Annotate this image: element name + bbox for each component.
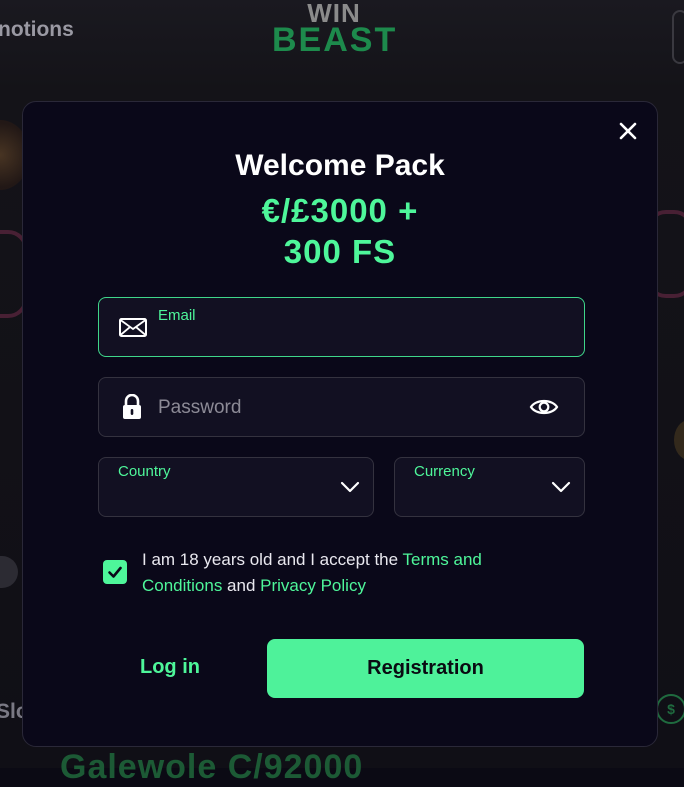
- background-art: [674, 420, 684, 460]
- consent-text-start: I am 18 years old and I accept the: [142, 550, 403, 569]
- lock-icon: [123, 394, 141, 419]
- modal-title: Welcome Pack: [235, 149, 445, 182]
- carousel-control[interactable]: [0, 556, 18, 588]
- bonus-amount: €/£3000 +: [261, 192, 419, 229]
- country-select[interactable]: Country: [98, 457, 374, 517]
- bonus-offer: €/£3000 + 300 FS: [23, 190, 657, 272]
- coin-icon: $: [656, 694, 684, 724]
- email-field[interactable]: Email: [98, 297, 585, 357]
- chevron-down-icon: [340, 481, 360, 493]
- password-field[interactable]: Password: [98, 377, 585, 437]
- privacy-link[interactable]: Privacy Policy: [260, 576, 366, 595]
- registration-button[interactable]: Registration: [267, 639, 584, 698]
- consent-text: I am 18 years old and I accept the Terms…: [142, 547, 522, 599]
- header-control[interactable]: [672, 10, 684, 64]
- chevron-down-icon: [551, 481, 571, 493]
- nav-promotions[interactable]: notions: [0, 18, 74, 42]
- site-logo[interactable]: WIN BEAST: [272, 0, 398, 60]
- country-label: Country: [118, 463, 171, 480]
- checkmark-icon: [108, 566, 122, 578]
- close-icon[interactable]: [617, 120, 639, 142]
- envelope-icon: [119, 318, 147, 337]
- bonus-free-spins: 300 FS: [283, 233, 397, 270]
- login-button[interactable]: Log in: [119, 656, 221, 679]
- registration-modal: Welcome Pack €/£3000 + 300 FS Email Pass…: [22, 101, 658, 747]
- consent-text-and: and: [222, 576, 261, 595]
- eye-icon[interactable]: [529, 396, 559, 418]
- currency-select[interactable]: Currency: [394, 457, 585, 517]
- logo-text-beast: BEAST: [272, 21, 398, 60]
- age-terms-checkbox[interactable]: [103, 560, 127, 584]
- password-placeholder: Password: [158, 397, 242, 418]
- currency-label: Currency: [414, 463, 475, 480]
- email-label: Email: [158, 307, 196, 324]
